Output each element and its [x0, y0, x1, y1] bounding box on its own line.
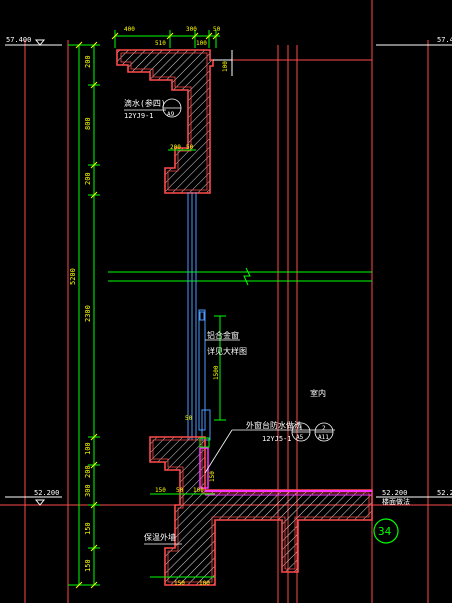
drip-sheet: A9	[167, 111, 175, 118]
level-marker-top-right: 57.400	[376, 36, 452, 46]
window-note-line2: 详见大样图	[207, 346, 247, 356]
level-marker-top-left: 57.400	[5, 36, 62, 46]
detail-drawing: 57.400 57.400 52.200 52.200	[0, 0, 452, 603]
sill-note-label: 外窗台防水做法	[246, 420, 302, 430]
level-top-left: 57.400	[6, 36, 31, 44]
dim-150b: 150	[84, 559, 92, 572]
room-label: 室内	[310, 388, 326, 398]
dim-bottom-150: 150	[174, 580, 185, 587]
window-glass	[187, 192, 211, 441]
dim-150: 150	[84, 522, 92, 535]
dim-top-50: 50	[213, 26, 221, 33]
lower-sill-section	[149, 436, 373, 586]
dim-ledge-50: 50	[186, 144, 194, 151]
sill-sheet1: A5	[296, 434, 304, 441]
drip-ref: 12YJ9-1	[124, 112, 154, 120]
dim-2300: 2300	[84, 305, 92, 322]
dim-200-top: 200	[84, 55, 92, 68]
sill-no1: 1	[299, 425, 303, 432]
level-marker-bottom-left: 52.200	[5, 489, 62, 506]
break-line	[108, 267, 372, 286]
dim-slab-150: 150	[209, 471, 216, 482]
level-bottom-left: 52.200	[34, 489, 59, 497]
sill-note: 外窗台防水做法 12YJ5-1 1 A5 2 A11	[204, 420, 335, 474]
drip-label: 滴水(参四)	[124, 98, 166, 108]
upper-beam-section: 100	[116, 49, 233, 194]
ext-wall-label: 保温外墙	[144, 532, 176, 542]
detail-number: 34	[378, 525, 392, 538]
vertical-dimension-labels: 200 800 200 5200 2300 100 200 300 150 15…	[69, 55, 92, 572]
dim-200-low: 200	[84, 465, 92, 478]
window-note-line1: 铝合金窗	[207, 330, 239, 340]
level-bottom-mid: 52.200	[382, 489, 407, 497]
window-note: 铝合金窗 详见大样图	[205, 330, 247, 356]
dim-total: 5200	[69, 268, 77, 285]
level-top-right: 57.400	[437, 36, 452, 44]
dim-ledge-200: 200	[170, 144, 181, 151]
dim-top-100: 100	[196, 40, 207, 47]
dim-300: 300	[84, 484, 92, 497]
dim-sill-50: 50	[185, 415, 193, 422]
dim-1500: 1500	[213, 365, 220, 380]
sill-sheet2: A11	[318, 434, 329, 441]
sill-no2: 2	[322, 425, 326, 432]
detail-number-badge: 34	[373, 518, 399, 544]
dim-100: 100	[84, 442, 92, 455]
dim-sill-100: 100	[193, 487, 204, 494]
floor-note: 52.200 楼面做法	[382, 489, 410, 506]
dim-top-510: 510	[155, 40, 166, 47]
floor-note-label: 楼面做法	[382, 497, 410, 506]
dim-top-300: 300	[186, 26, 197, 33]
dim-bottom-100: 100	[199, 580, 210, 587]
dim-sill-50b: 50	[176, 487, 184, 494]
dim-right-100: 100	[222, 61, 229, 72]
dim-sill-150: 150	[155, 487, 166, 494]
level-bottom-right: 52.200	[437, 489, 452, 497]
dim-200-mid: 200	[84, 172, 92, 185]
drip-annotation: 滴水(参四) 12YJ9-1 A9	[124, 98, 182, 120]
dim-top-400: 400	[124, 26, 135, 33]
sill-note-ref: 12YJ5-1	[262, 435, 292, 443]
dim-800: 800	[84, 117, 92, 130]
